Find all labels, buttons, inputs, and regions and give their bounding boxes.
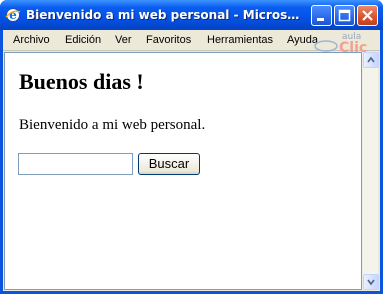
window-title: Bienvenido a mi web personal - Microsoft… — [26, 8, 304, 22]
menu-edicion[interactable]: Edición — [65, 34, 101, 46]
menu-ver[interactable]: Ver — [115, 34, 132, 46]
vertical-scrollbar[interactable] — [362, 52, 379, 290]
svg-text:e: e — [9, 8, 17, 22]
menu-archivo[interactable]: Archivo — [13, 34, 50, 46]
menu-herramientas[interactable]: Herramientas — [207, 34, 273, 46]
internet-explorer-icon: e — [5, 8, 21, 22]
arrow-up-icon — [367, 56, 375, 63]
aulaclic-logo: aula Clic — [314, 32, 367, 54]
scroll-down-button[interactable] — [363, 274, 379, 290]
minimize-icon — [317, 18, 324, 21]
browser-window: e Bienvenido a mi web personal - Microso… — [0, 0, 383, 294]
maximize-icon — [338, 9, 351, 22]
welcome-paragraph: Bienvenido a mi web personal. — [19, 117, 206, 133]
menu-bar: Archivo Edición Ver Favoritos Herramient… — [3, 30, 380, 54]
search-input[interactable] — [18, 153, 133, 175]
maximize-button[interactable] — [334, 5, 355, 26]
page-heading: Buenos dias ! — [19, 69, 144, 94]
browser-frame: Archivo Edición Ver Favoritos Herramient… — [3, 30, 380, 291]
title-bar[interactable]: e Bienvenido a mi web personal - Microso… — [0, 0, 383, 30]
close-icon — [362, 10, 373, 21]
arrow-down-icon — [367, 279, 375, 286]
minimize-button[interactable] — [311, 5, 332, 26]
page-content: Buenos dias ! Bienvenido a mi web person… — [4, 52, 362, 290]
search-button[interactable]: Buscar — [138, 153, 200, 175]
scroll-up-button[interactable] — [363, 52, 379, 68]
menu-favoritos[interactable]: Favoritos — [146, 34, 191, 46]
close-button[interactable] — [357, 5, 378, 26]
